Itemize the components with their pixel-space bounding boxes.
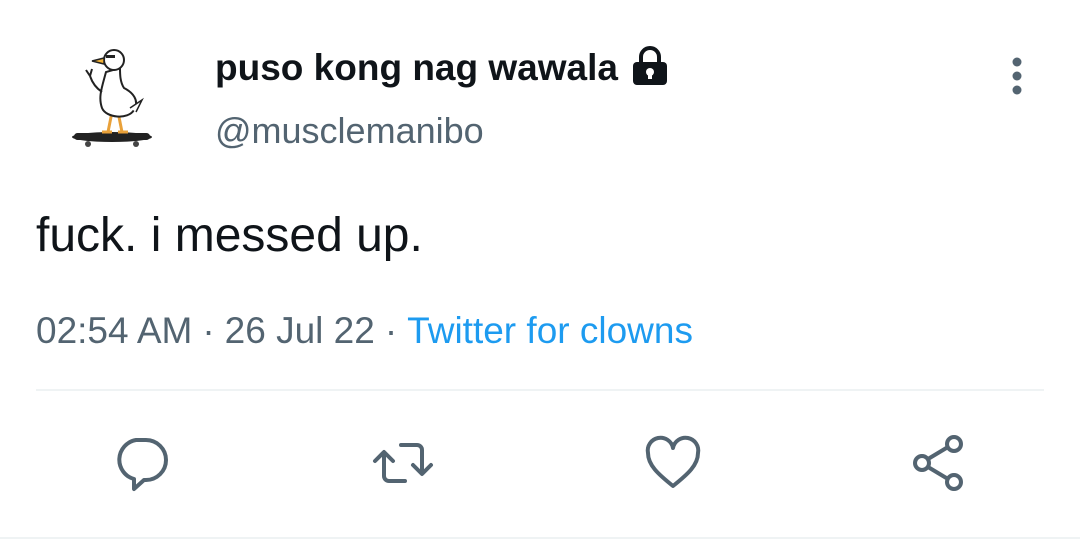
retweet-button[interactable] [370, 430, 436, 496]
share-button[interactable] [906, 430, 972, 496]
lock-icon [630, 44, 670, 88]
tweet-header: puso kong nag wawala @musclemanibo [215, 44, 670, 152]
divider [36, 389, 1044, 391]
display-name-row: puso kong nag wawala [215, 44, 670, 92]
heart-icon [645, 435, 701, 488]
action-bar [0, 430, 1080, 500]
more-options-icon[interactable] [1000, 54, 1034, 98]
divider [0, 537, 1080, 539]
avatar[interactable] [62, 42, 162, 152]
retweet-icon [373, 443, 433, 483]
tweet-date[interactable]: 26 Jul 22 [225, 310, 375, 351]
share-icon [913, 435, 963, 491]
tweet-text: fuck. i messed up. [36, 209, 423, 262]
separator-dot: · [202, 310, 215, 351]
tweet-source-link[interactable]: Twitter for clowns [407, 310, 693, 351]
reply-icon [117, 438, 168, 491]
like-button[interactable] [640, 430, 706, 496]
display-name[interactable]: puso kong nag wawala [215, 47, 618, 89]
tweet-time[interactable]: 02:54 AM [36, 310, 192, 351]
user-handle[interactable]: @musclemanibo [215, 110, 670, 152]
separator-dot: · [384, 310, 398, 351]
tweet-detail: puso kong nag wawala @musclemanibo fuck.… [0, 0, 1080, 555]
reply-button[interactable] [108, 430, 174, 496]
tweet-meta: 02:54 AM · 26 Jul 22 · Twitter for clowns [36, 310, 693, 352]
duck-skateboard-illustration [72, 49, 152, 147]
